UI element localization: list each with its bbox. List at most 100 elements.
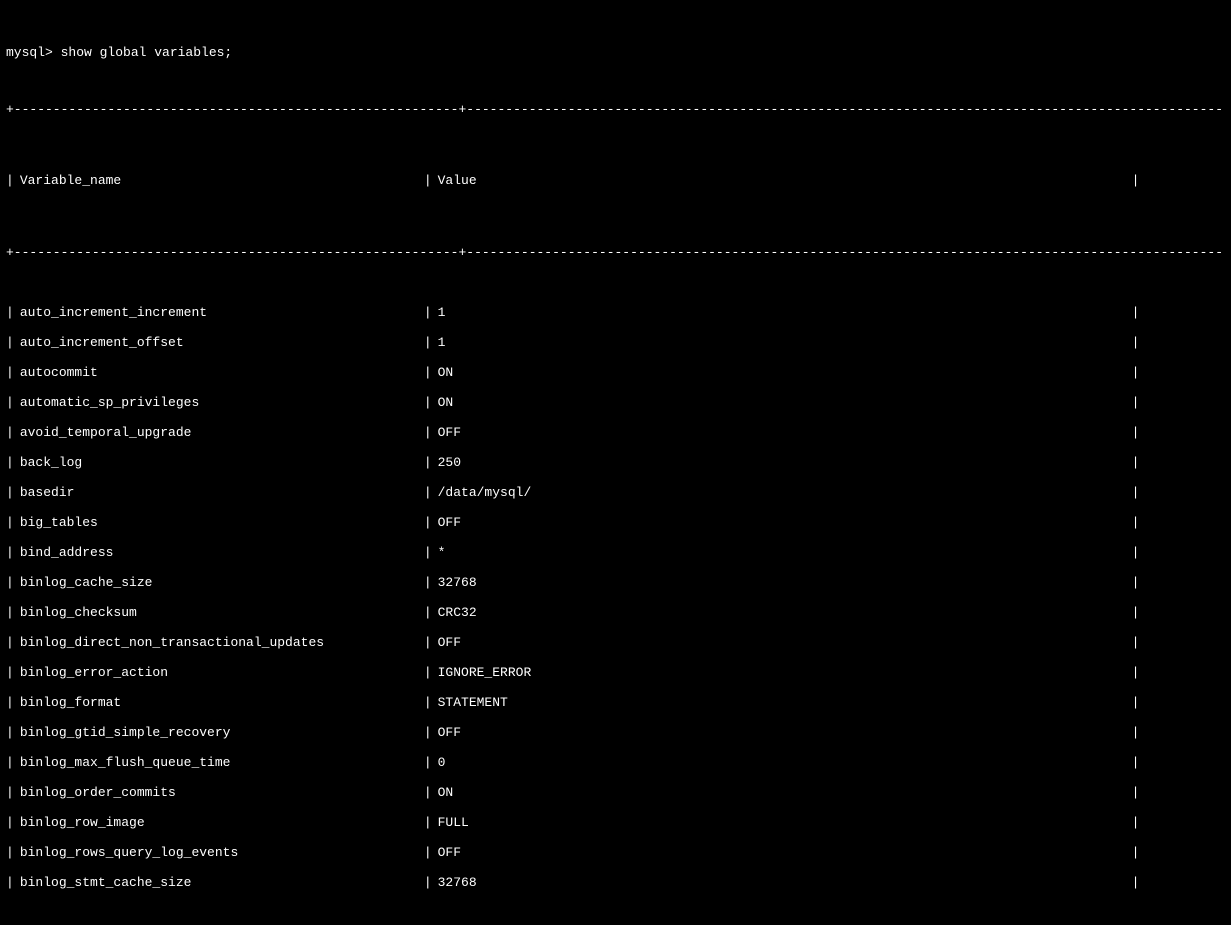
mysql-prompt: mysql> show global variables;	[6, 44, 1225, 62]
table-row: |auto_increment_increment|1|	[6, 298, 1225, 328]
pipe: |	[1132, 424, 1140, 442]
table-top-border: +---------------------------------------…	[6, 101, 1225, 119]
variable-value-cell: STATEMENT	[432, 694, 1132, 712]
table-row: |bind_address|*|	[6, 538, 1225, 568]
pipe: |	[6, 784, 14, 802]
pipe: |	[424, 574, 432, 592]
table-row: |binlog_stmt_cache_size|32768|	[6, 868, 1225, 898]
pipe: |	[424, 424, 432, 442]
pipe: |	[6, 574, 14, 592]
variable-name-cell: back_log	[14, 454, 424, 472]
pipe: |	[1132, 724, 1140, 742]
table-row: |binlog_format|STATEMENT|	[6, 688, 1225, 718]
variable-value-cell: ON	[432, 364, 1132, 382]
pipe: |	[6, 634, 14, 652]
pipe: |	[1132, 484, 1140, 502]
table-row: |binlog_max_flush_queue_time|0|	[6, 748, 1225, 778]
pipe: |	[1132, 844, 1140, 862]
table-row: |big_tables|OFF|	[6, 508, 1225, 538]
pipe: |	[424, 544, 432, 562]
pipe: |	[6, 394, 14, 412]
table-row: |binlog_error_action|IGNORE_ERROR|	[6, 658, 1225, 688]
table-row: |avoid_temporal_upgrade|OFF|	[6, 418, 1225, 448]
variable-name-cell: big_tables	[14, 514, 424, 532]
pipe: |	[424, 364, 432, 382]
pipe: |	[424, 694, 432, 712]
pipe: |	[424, 814, 432, 832]
pipe: |	[1132, 874, 1140, 892]
pipe: |	[1132, 394, 1140, 412]
variable-name-cell: binlog_direct_non_transactional_updates	[14, 634, 424, 652]
table-row: |binlog_order_commits|ON|	[6, 778, 1225, 808]
pipe: |	[424, 604, 432, 622]
variable-name-cell: binlog_error_action	[14, 664, 424, 682]
variable-value-cell: OFF	[432, 514, 1132, 532]
variable-value-cell: 1	[432, 334, 1132, 352]
table-header-row: | Variable_name | Value |	[6, 156, 1225, 208]
pipe: |	[424, 454, 432, 472]
variable-value-cell: 0	[432, 754, 1132, 772]
pipe: |	[6, 544, 14, 562]
pipe: |	[1132, 634, 1140, 652]
pipe: |	[6, 724, 14, 742]
pipe: |	[1132, 304, 1140, 322]
table-row: |back_log|250|	[6, 448, 1225, 478]
pipe: |	[424, 304, 432, 322]
table-row: |autocommit|ON|	[6, 358, 1225, 388]
variable-name-cell: binlog_max_flush_queue_time	[14, 754, 424, 772]
pipe: |	[1132, 604, 1140, 622]
variable-value-cell: 32768	[432, 874, 1132, 892]
variable-name-cell: basedir	[14, 484, 424, 502]
pipe: |	[424, 634, 432, 652]
pipe: |	[1132, 814, 1140, 832]
pipe: |	[424, 172, 432, 190]
pipe: |	[1132, 172, 1140, 190]
variable-name-cell: auto_increment_increment	[14, 304, 424, 322]
variable-name-cell: avoid_temporal_upgrade	[14, 424, 424, 442]
table-row: |binlog_direct_non_transactional_updates…	[6, 628, 1225, 658]
table-row: |binlog_gtid_simple_recovery|OFF|	[6, 718, 1225, 748]
variable-value-cell: FULL	[432, 814, 1132, 832]
variable-value-cell: 32768	[432, 574, 1132, 592]
pipe: |	[1132, 334, 1140, 352]
table-row: |binlog_row_image|FULL|	[6, 808, 1225, 838]
pipe: |	[1132, 784, 1140, 802]
pipe: |	[424, 754, 432, 772]
pipe: |	[1132, 664, 1140, 682]
pipe: |	[6, 364, 14, 382]
pipe: |	[1132, 754, 1140, 772]
variable-name-cell: binlog_cache_size	[14, 574, 424, 592]
variable-value-cell: ON	[432, 784, 1132, 802]
pipe: |	[1132, 694, 1140, 712]
pipe: |	[424, 874, 432, 892]
table-row: |binlog_cache_size|32768|	[6, 568, 1225, 598]
pipe: |	[1132, 514, 1140, 532]
table-row: |basedir|/data/mysql/|	[6, 478, 1225, 508]
variable-name-cell: binlog_row_image	[14, 814, 424, 832]
pipe: |	[1132, 364, 1140, 382]
pipe: |	[6, 424, 14, 442]
pipe: |	[1132, 454, 1140, 472]
variable-name-cell: auto_increment_offset	[14, 334, 424, 352]
table-row: |binlog_checksum|CRC32|	[6, 598, 1225, 628]
variable-name-cell: binlog_order_commits	[14, 784, 424, 802]
pipe: |	[424, 394, 432, 412]
terminal-output[interactable]: mysql> show global variables; +---------…	[6, 8, 1225, 917]
pipe: |	[424, 664, 432, 682]
variable-value-cell: 250	[432, 454, 1132, 472]
variable-value-cell: 1	[432, 304, 1132, 322]
variable-value-cell: *	[432, 544, 1132, 562]
pipe: |	[424, 784, 432, 802]
variable-name-cell: automatic_sp_privileges	[14, 394, 424, 412]
variable-name-cell: bind_address	[14, 544, 424, 562]
pipe: |	[6, 454, 14, 472]
variable-name-cell: autocommit	[14, 364, 424, 382]
pipe: |	[6, 664, 14, 682]
variable-name-cell: binlog_rows_query_log_events	[14, 844, 424, 862]
table-row: |auto_increment_offset|1|	[6, 328, 1225, 358]
pipe: |	[1132, 574, 1140, 592]
table-row: |binlog_rows_query_log_events|OFF|	[6, 838, 1225, 868]
pipe: |	[6, 484, 14, 502]
pipe: |	[424, 724, 432, 742]
variable-value-cell: OFF	[432, 424, 1132, 442]
